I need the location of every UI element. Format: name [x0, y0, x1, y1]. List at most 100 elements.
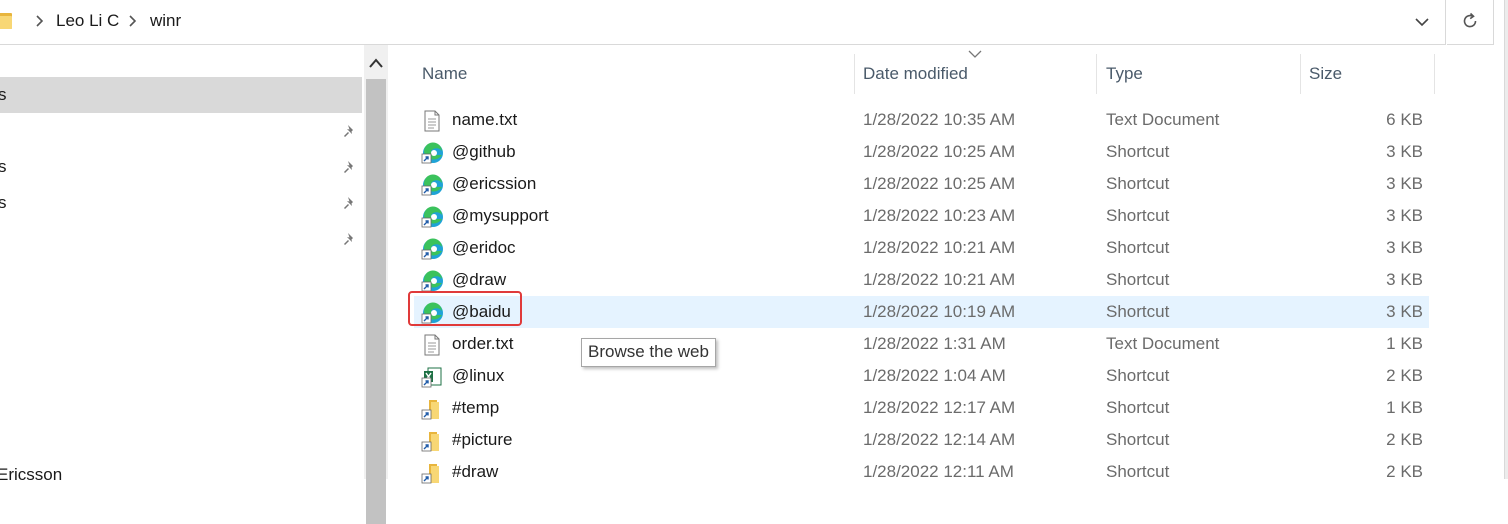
column-header-name[interactable]: Name	[422, 64, 467, 84]
folder-shortcut-icon	[421, 430, 443, 452]
nav-item-pinned-4[interactable]	[0, 221, 362, 257]
nav-item-ericsson[interactable]: Ericsson	[0, 465, 62, 485]
navigation-pane: s s s	[0, 45, 362, 479]
nav-item-pinned-3[interactable]: s	[0, 185, 362, 221]
file-row[interactable]: @github 1/28/2022 10:25 AM Shortcut 3 KB	[414, 136, 1429, 168]
file-name[interactable]: #picture	[452, 430, 512, 450]
file-type: Shortcut	[1106, 462, 1170, 481]
column-header-type[interactable]: Type	[1106, 64, 1143, 84]
file-type: Shortcut	[1106, 270, 1170, 289]
file-date-modified: 1/28/2022 10:21 AM	[863, 270, 1016, 289]
file-type: Text Document	[1106, 334, 1220, 353]
pin-icon[interactable]	[342, 195, 358, 211]
file-date-modified: 1/28/2022 1:04 AM	[863, 366, 1006, 385]
file-size: 3 KB	[1386, 206, 1423, 225]
address-bar[interactable]: Leo Li C winr	[0, 0, 1446, 45]
scroll-up-icon[interactable]	[368, 57, 384, 69]
file-name[interactable]: @eridoc	[452, 238, 516, 258]
file-size: 1 KB	[1386, 334, 1423, 353]
file-size: 2 KB	[1386, 462, 1423, 481]
breadcrumb-winr[interactable]: winr	[150, 11, 181, 31]
file-type: Shortcut	[1106, 142, 1170, 161]
folder-icon	[0, 13, 12, 29]
file-date-modified: 1/28/2022 10:21 AM	[863, 238, 1016, 257]
column-divider[interactable]	[1096, 54, 1097, 94]
file-date-modified: 1/28/2022 1:31 AM	[863, 334, 1006, 353]
file-row[interactable]: #draw 1/28/2022 12:11 AM Shortcut 2 KB	[414, 456, 1429, 488]
file-type: Shortcut	[1106, 174, 1170, 193]
file-type: Shortcut	[1106, 366, 1170, 385]
file-date-modified: 1/28/2022 10:25 AM	[863, 174, 1016, 193]
column-divider[interactable]	[1300, 54, 1301, 94]
chevron-down-icon[interactable]	[1414, 14, 1430, 30]
file-name[interactable]: @linux	[452, 366, 504, 386]
pin-icon[interactable]	[342, 123, 358, 139]
nav-item-selected[interactable]: s	[0, 77, 362, 113]
file-name[interactable]: #temp	[452, 398, 499, 418]
file-row[interactable]: @eridoc 1/28/2022 10:21 AM Shortcut 3 KB	[414, 232, 1429, 264]
file-row[interactable]: @baidu 1/28/2022 10:19 AM Shortcut 3 KB	[414, 296, 1429, 328]
column-divider[interactable]	[1434, 54, 1435, 94]
column-divider[interactable]	[854, 54, 855, 94]
file-row[interactable]: #picture 1/28/2022 12:14 AM Shortcut 2 KB	[414, 424, 1429, 456]
file-date-modified: 1/28/2022 12:11 AM	[863, 462, 1014, 481]
nav-item-label: s	[0, 157, 7, 176]
file-row[interactable]: order.txt 1/28/2022 1:31 AM Text Document 1…	[414, 328, 1429, 360]
pin-icon[interactable]	[342, 159, 358, 175]
sort-descending-icon	[968, 50, 982, 58]
file-date-modified: 1/28/2022 12:14 AM	[863, 430, 1016, 449]
file-size: 6 KB	[1386, 110, 1423, 129]
file-row[interactable]: @ericssion 1/28/2022 10:25 AM Shortcut 3 KB	[414, 168, 1429, 200]
file-type: Shortcut	[1106, 206, 1170, 225]
nav-item-pinned-1[interactable]	[0, 113, 362, 149]
file-row[interactable]: @linux 1/28/2022 1:04 AM Shortcut 2 KB	[414, 360, 1429, 392]
file-name[interactable]: @ericssion	[452, 174, 536, 194]
breadcrumb-leo-li-c[interactable]: Leo Li C	[56, 11, 119, 31]
file-type: Shortcut	[1106, 302, 1170, 321]
tooltip: Browse the web	[581, 338, 716, 367]
file-type: Text Document	[1106, 110, 1220, 129]
refresh-icon	[1463, 12, 1477, 28]
file-date-modified: 1/28/2022 10:25 AM	[863, 142, 1016, 161]
file-type: Shortcut	[1106, 430, 1170, 449]
nav-scrollbar[interactable]	[364, 45, 388, 524]
nav-item-pinned-2[interactable]: s	[0, 149, 362, 185]
file-size: 3 KB	[1386, 302, 1423, 321]
text-file-icon	[421, 334, 443, 356]
nav-item-label: s	[0, 85, 7, 104]
file-date-modified: 1/28/2022 10:23 AM	[863, 206, 1016, 225]
column-header-date-modified[interactable]: Date modified	[863, 64, 968, 84]
file-type: Shortcut	[1106, 238, 1170, 257]
file-size: 2 KB	[1386, 430, 1423, 449]
file-size: 1 KB	[1386, 398, 1423, 417]
pin-icon[interactable]	[342, 231, 358, 247]
folder-shortcut-icon	[421, 462, 443, 484]
file-type: Shortcut	[1106, 398, 1170, 417]
file-size: 3 KB	[1386, 142, 1423, 161]
file-size: 3 KB	[1386, 238, 1423, 257]
file-date-modified: 1/28/2022 10:35 AM	[863, 110, 1016, 129]
folder-shortcut-icon	[421, 398, 443, 420]
refresh-button[interactable]	[1447, 0, 1494, 45]
file-row[interactable]: #temp 1/28/2022 12:17 AM Shortcut 1 KB	[414, 392, 1429, 424]
edge-shortcut-icon	[421, 174, 443, 196]
file-name[interactable]: @draw	[452, 270, 506, 290]
file-name[interactable]: @mysupport	[452, 206, 549, 226]
file-size: 3 KB	[1386, 174, 1423, 193]
column-header-size[interactable]: Size	[1309, 64, 1342, 84]
window-edge	[1504, 0, 1508, 479]
file-row[interactable]: name.txt 1/28/2022 10:35 AM Text Document 6…	[414, 104, 1429, 136]
file-name[interactable]: name.txt	[452, 110, 517, 130]
file-row[interactable]: @mysupport 1/28/2022 10:23 AM Shortcut 3 KB	[414, 200, 1429, 232]
file-name[interactable]: #draw	[452, 462, 498, 482]
file-name[interactable]: @github	[452, 142, 516, 162]
text-file-icon	[421, 110, 443, 132]
scrollbar-thumb[interactable]	[366, 79, 386, 524]
chevron-right-icon[interactable]	[126, 14, 140, 28]
edge-shortcut-icon	[421, 270, 443, 292]
nav-item-label: s	[0, 193, 7, 212]
edge-shortcut-icon	[421, 206, 443, 228]
file-row[interactable]: @draw 1/28/2022 10:21 AM Shortcut 3 KB	[414, 264, 1429, 296]
file-date-modified: 1/28/2022 10:19 AM	[863, 302, 1016, 321]
file-name[interactable]: order.txt	[452, 334, 513, 354]
